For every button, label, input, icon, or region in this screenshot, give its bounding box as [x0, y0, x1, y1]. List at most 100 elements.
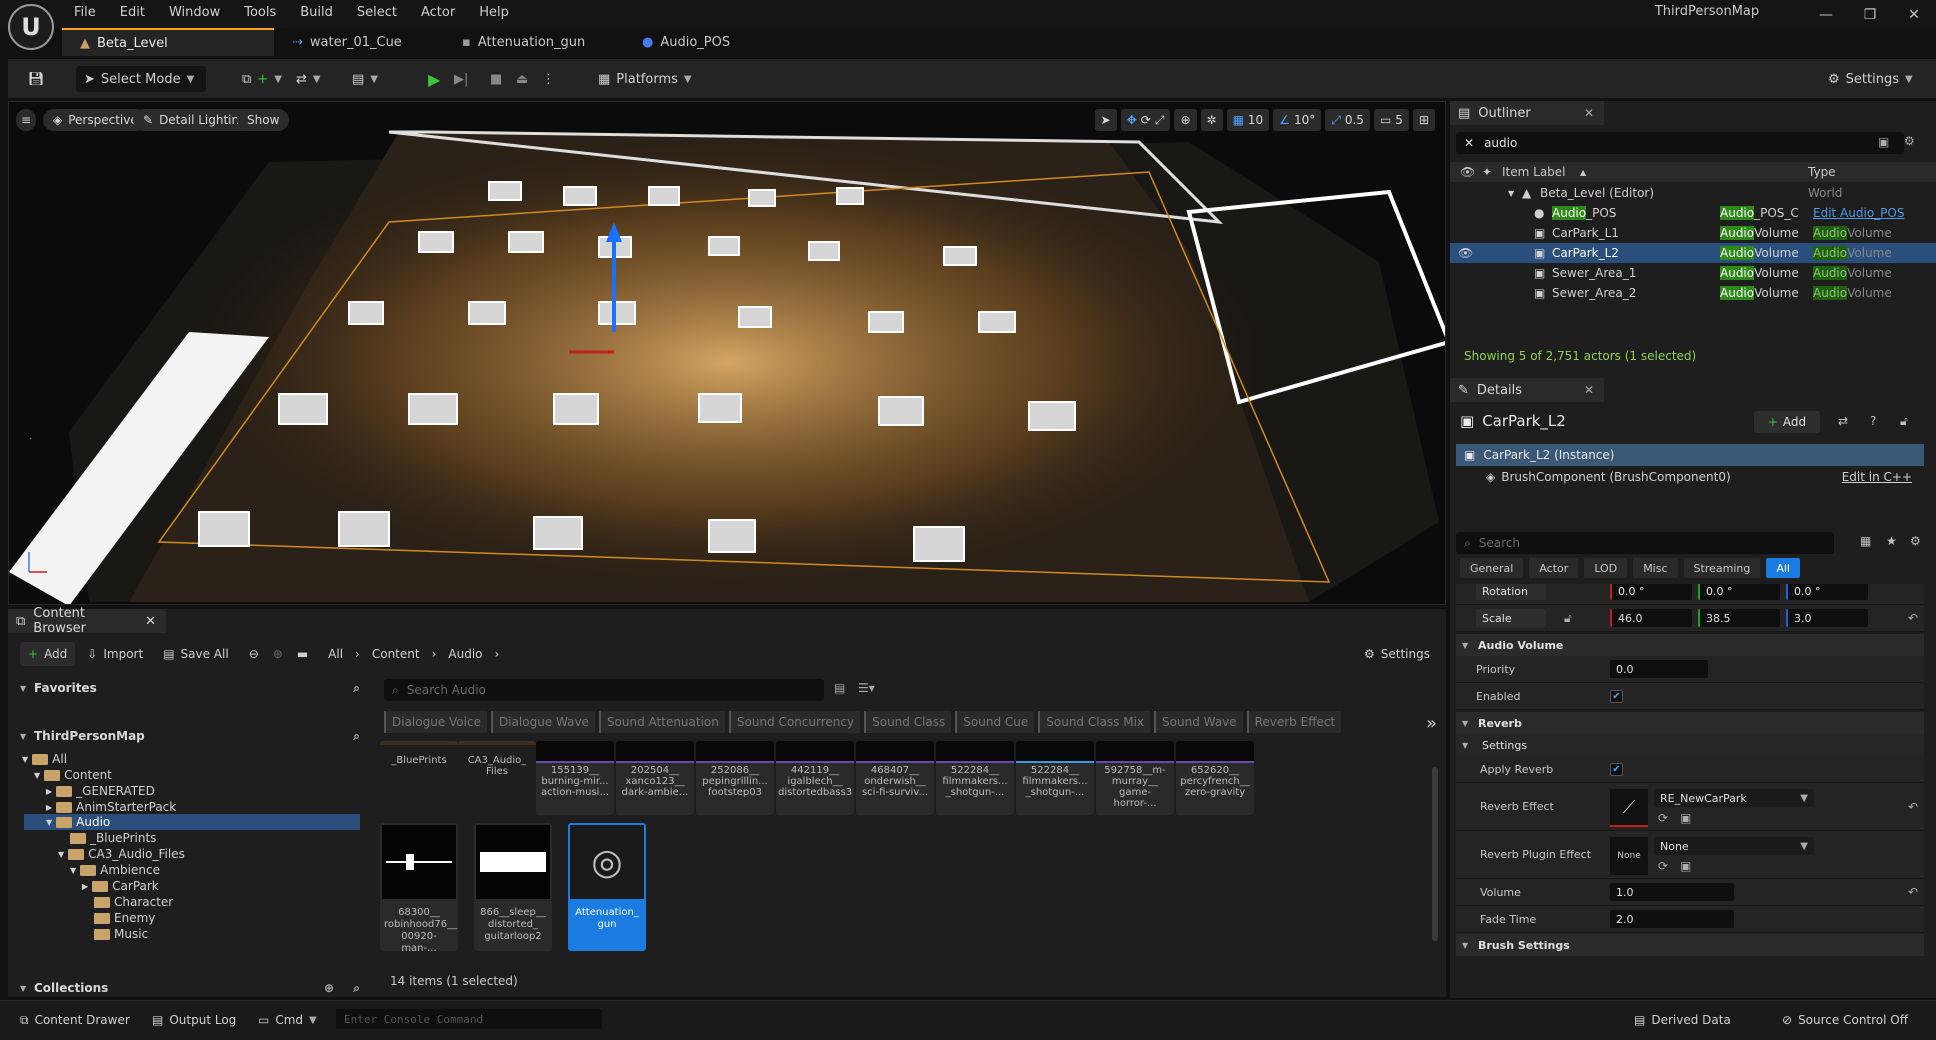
- tree-audio[interactable]: ▼ Audio: [46, 814, 110, 830]
- lock-icon[interactable]: 🔓︎: [1564, 611, 1572, 626]
- asset-tile[interactable]: 522284__ filmmakers... _shotgun-...: [1016, 741, 1094, 815]
- rotation-x[interactable]: 0.0 °: [1610, 584, 1692, 600]
- tree-content[interactable]: ▼ Content: [34, 767, 112, 783]
- close-icon[interactable]: ✕: [1584, 383, 1594, 397]
- surface-snap-button[interactable]: ✲: [1200, 109, 1223, 131]
- section-audio-volume[interactable]: Audio Volume: [1456, 634, 1924, 656]
- filter-chip[interactable]: Dialogue Voice: [384, 711, 487, 733]
- tree-ca3-audio-files[interactable]: ▼ CA3_Audio_Files: [58, 846, 185, 862]
- details-search-input[interactable]: ⌕ Search: [1456, 532, 1834, 554]
- gear-icon[interactable]: ⚙: [1904, 134, 1915, 148]
- reverb-plugin-thumbnail[interactable]: None: [1610, 837, 1648, 875]
- cb-settings-button[interactable]: ⚙ Settings: [1356, 642, 1438, 666]
- restore-icon[interactable]: ❐: [1848, 0, 1892, 30]
- asset-tile[interactable]: 442119__ igalblech__ distortedbass3: [776, 741, 854, 815]
- add-collection-icon[interactable]: ⊕: [324, 981, 334, 995]
- menu-actor[interactable]: Actor: [409, 3, 467, 23]
- rotation-y[interactable]: 0.0 °: [1698, 584, 1780, 600]
- volume-input[interactable]: 1.0: [1610, 883, 1734, 901]
- scale-x[interactable]: 46.0: [1610, 609, 1692, 627]
- add-component-button[interactable]: + Add: [1754, 411, 1820, 433]
- outliner-row-carpark-l1[interactable]: ▣ CarPark_L1 AudioVolume AudioVolume: [1450, 223, 1936, 243]
- cat-streaming[interactable]: Streaming: [1683, 558, 1761, 578]
- outliner-row-root[interactable]: ▼ ▲ Beta_Level (Editor) World: [1450, 183, 1936, 203]
- menu-tools[interactable]: Tools: [232, 3, 288, 23]
- save-search-icon[interactable]: ▤: [834, 681, 845, 695]
- transform-tools[interactable]: ✥ ⟳ ⤢: [1120, 109, 1171, 131]
- derived-data-button[interactable]: ▤ Derived Data: [1626, 1009, 1739, 1031]
- component-instance-row[interactable]: ▣ CarPark_L2 (Instance): [1456, 444, 1924, 466]
- asset-tile[interactable]: 522284__ filmmakers... _shotgun-...: [936, 741, 1014, 815]
- project-header[interactable]: ThirdPersonMap ⌕: [16, 723, 368, 749]
- menu-build[interactable]: Build: [288, 3, 345, 23]
- item-label-column[interactable]: Item Label: [1502, 165, 1566, 179]
- scale-z[interactable]: 3.0: [1786, 609, 1868, 627]
- tree-animstarterpack[interactable]: ▶ AnimStarterPack: [46, 799, 176, 815]
- asset-tile[interactable]: 592758__m- murray__ game-horror-...: [1096, 741, 1174, 815]
- section-reverb[interactable]: Reverb: [1456, 712, 1924, 734]
- star-icon[interactable]: ★: [1886, 534, 1897, 548]
- menu-edit[interactable]: Edit: [108, 3, 157, 23]
- filter-chip[interactable]: Sound Wave: [1154, 711, 1243, 733]
- outliner-row-sewer-1[interactable]: ▣ Sewer_Area_1 AudioVolume AudioVolume: [1450, 263, 1936, 283]
- find-in-browser-icon[interactable]: ▣: [1680, 859, 1691, 873]
- filter-chip[interactable]: Dialogue Wave: [490, 711, 595, 733]
- folder-icon[interactable]: ▬: [289, 642, 316, 666]
- tree-all[interactable]: ▼ All: [22, 751, 67, 767]
- tab-water-cue[interactable]: ⇢ water_01_Cue: [274, 28, 444, 56]
- tree-enemy[interactable]: Enemy: [94, 910, 155, 926]
- menu-select[interactable]: Select: [345, 3, 409, 23]
- filter-chip[interactable]: Sound Cue: [955, 711, 1035, 733]
- save-icon[interactable]: 💾︎: [20, 66, 53, 92]
- search-icon[interactable]: ⌕: [353, 729, 360, 744]
- outliner-row-sewer-2[interactable]: ▣ Sewer_Area_2 AudioVolume AudioVolume: [1450, 283, 1936, 303]
- asset-tile[interactable]: 652620__ percyfrench__ zero-gravity: [1176, 741, 1254, 815]
- rotation-dropdown[interactable]: Rotation: [1476, 584, 1546, 600]
- cat-general[interactable]: General: [1460, 558, 1524, 578]
- menu-help[interactable]: Help: [467, 3, 521, 23]
- console-input[interactable]: Enter Console Command: [336, 1009, 602, 1029]
- enabled-checkbox[interactable]: ✔: [1610, 689, 1623, 703]
- reset-icon[interactable]: ↶: [1908, 611, 1918, 625]
- lock-icon[interactable]: 🔓︎: [1900, 414, 1908, 429]
- asset-search-input[interactable]: ⌕ Search Audio: [384, 679, 824, 701]
- section-brush-settings[interactable]: Brush Settings: [1456, 934, 1924, 956]
- reverb-effect-thumbnail[interactable]: ⟋: [1610, 789, 1648, 827]
- rotation-snap-button[interactable]: ∠ 10°: [1273, 109, 1322, 131]
- cmd-dropdown[interactable]: ▭ Cmd ▼: [250, 1009, 325, 1031]
- pin-icon[interactable]: ✦: [1482, 165, 1492, 179]
- close-icon[interactable]: ✕: [145, 614, 156, 629]
- tab-beta-level[interactable]: ▲ Beta_Level: [62, 28, 274, 56]
- asset-tile[interactable]: 252086__ pepingrillin... footstep03: [696, 741, 774, 815]
- save-all-button[interactable]: ▤ Save All: [155, 642, 237, 666]
- cat-lod[interactable]: LOD: [1584, 558, 1628, 578]
- folder-icon[interactable]: ▣: [1878, 135, 1889, 149]
- details-tab[interactable]: ✎ Details ✕: [1450, 378, 1604, 402]
- asset-tile-selected[interactable]: ◎ Attenuation_ gun: [568, 823, 646, 951]
- eject-button[interactable]: ⏏: [508, 66, 536, 92]
- outliner-tab[interactable]: ▤ Outliner ✕: [1450, 101, 1604, 125]
- brush-component-row[interactable]: ◈ BrushComponent (BrushComponent0) Edit …: [1456, 466, 1924, 488]
- search-icon[interactable]: ⌕: [353, 981, 360, 996]
- reset-icon[interactable]: ↶: [1908, 800, 1918, 814]
- tree-carpark[interactable]: ▶ CarPark: [82, 878, 159, 894]
- blueprint-menu-button[interactable]: ⇄ ▼: [288, 66, 329, 92]
- search-icon[interactable]: ⌕: [353, 681, 360, 696]
- type-column[interactable]: Type: [1808, 165, 1836, 179]
- reset-icon[interactable]: ↶: [1908, 885, 1918, 899]
- tree-blueprints[interactable]: _BluePrints: [70, 830, 156, 846]
- step-button[interactable]: ▶|: [446, 66, 476, 92]
- close-icon[interactable]: ✕: [1892, 0, 1936, 30]
- tree-character[interactable]: Character: [94, 894, 173, 910]
- tab-attenuation-gun[interactable]: ▪ Attenuation_gun: [444, 28, 624, 56]
- output-log-button[interactable]: ▤ Output Log: [144, 1009, 244, 1031]
- blueprint-convert-icon[interactable]: ⇄: [1838, 414, 1848, 428]
- table-view-icon[interactable]: ▦: [1860, 534, 1871, 548]
- priority-input[interactable]: 0.0: [1610, 660, 1708, 678]
- help-icon[interactable]: ?: [1870, 414, 1876, 428]
- cat-misc[interactable]: Misc: [1633, 558, 1678, 578]
- content-drawer-button[interactable]: ⧉ Content Drawer: [12, 1009, 138, 1031]
- layout-button[interactable]: ⊞: [1412, 109, 1435, 131]
- forward-button[interactable]: ⊕: [271, 642, 285, 666]
- gear-icon[interactable]: ⚙: [1910, 534, 1921, 548]
